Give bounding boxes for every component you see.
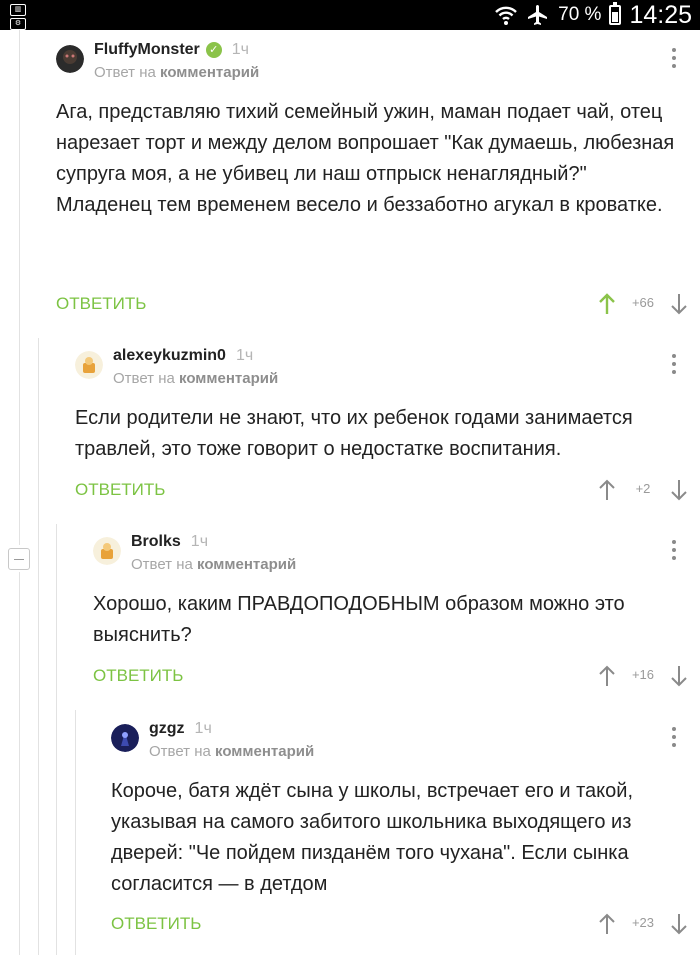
author-name-text[interactable]: Brolks <box>131 533 181 550</box>
avatar[interactable] <box>75 351 103 379</box>
avatar[interactable] <box>56 45 84 73</box>
reply-to[interactable]: Ответ на комментарий <box>113 370 278 387</box>
battery-fill <box>612 12 619 22</box>
status-bar: ▥ ⚙ 70 % 14:25 <box>0 0 700 30</box>
battery-percentage: 70 % <box>558 4 602 25</box>
comment-footer: ОТВЕТИТЬ +23 <box>111 912 688 936</box>
more-menu-icon[interactable] <box>671 48 677 68</box>
vote-controls: +66 <box>598 292 688 316</box>
comment-text: Ага, представляю тихий семейный ужин, ма… <box>56 101 675 216</box>
reply-to-link[interactable]: комментарий <box>215 743 314 760</box>
rating: +2 <box>635 481 651 496</box>
author-name[interactable]: FluffyMonster ✓ 1ч <box>94 41 249 59</box>
downvote-arrow-icon[interactable] <box>670 913 688 935</box>
thread-line <box>56 524 57 955</box>
thread-line <box>38 338 39 955</box>
reply-button[interactable]: ОТВЕТИТЬ <box>75 478 165 502</box>
verified-check-icon: ✓ <box>205 42 222 58</box>
reply-to-prefix: Ответ на <box>94 64 156 81</box>
thread-line <box>19 572 20 955</box>
vote-controls: +2 <box>598 478 688 502</box>
rating: +23 <box>631 915 655 930</box>
more-menu-icon[interactable] <box>671 540 677 560</box>
comment: alexeykuzmin0 1ч Ответ на комментарий Есл… <box>75 346 686 465</box>
reply-to-prefix: Ответ на <box>113 370 175 387</box>
reply-to-prefix: Ответ на <box>131 556 193 573</box>
notification-icons: ▥ ⚙ <box>10 4 26 30</box>
comment-time: 1ч <box>194 720 212 737</box>
rating: +66 <box>631 295 655 310</box>
comment-text: Если родители не знают, что их ребенок г… <box>75 407 633 460</box>
comment-footer: ОТВЕТИТЬ +66 <box>56 292 688 316</box>
comment-footer: ОТВЕТИТЬ +2 <box>75 478 688 502</box>
reply-to[interactable]: Ответ на комментарий <box>131 556 296 573</box>
gear-icon: ⚙ <box>10 18 26 30</box>
comment: FluffyMonster ✓ 1ч Ответ на комментарий Аг… <box>56 40 686 221</box>
wifi-icon <box>495 6 517 25</box>
comment: gzgz 1ч Ответ на комментарий Короче, батя… <box>111 719 686 900</box>
author-name[interactable]: gzgz 1ч <box>149 720 212 738</box>
sd-card-icon: ▥ <box>10 4 26 16</box>
avatar[interactable] <box>93 537 121 565</box>
author-name-text[interactable]: alexeykuzmin0 <box>113 347 226 364</box>
vote-controls: +16 <box>598 664 688 688</box>
reply-button[interactable]: ОТВЕТИТЬ <box>56 292 146 316</box>
upvote-arrow-icon[interactable] <box>598 293 616 315</box>
reply-to-link[interactable]: комментарий <box>160 64 259 81</box>
downvote-arrow-icon[interactable] <box>670 479 688 501</box>
reply-button[interactable]: ОТВЕТИТЬ <box>93 664 183 688</box>
comment-header: alexeykuzmin0 1ч Ответ на комментарий <box>75 346 686 390</box>
comment-text: Короче, батя ждёт сына у школы, встречае… <box>111 780 634 895</box>
comment-header: Brolks 1ч Ответ на комментарий <box>93 532 686 576</box>
thread-line <box>19 30 20 545</box>
vote-controls: +23 <box>598 912 688 936</box>
upvote-arrow-icon[interactable] <box>598 913 616 935</box>
upvote-arrow-icon[interactable] <box>598 665 616 687</box>
avatar[interactable] <box>111 724 139 752</box>
author-name[interactable]: alexeykuzmin0 1ч <box>113 347 253 365</box>
comment-footer: ОТВЕТИТЬ +16 <box>93 664 688 688</box>
airplane-icon <box>528 5 548 25</box>
more-menu-icon[interactable] <box>671 354 677 374</box>
downvote-arrow-icon[interactable] <box>670 293 688 315</box>
rating: +16 <box>631 667 655 682</box>
comment-text: Хорошо, каким ПРАВДОПОДОБНЫМ образом мож… <box>93 593 625 646</box>
comment-time: 1ч <box>190 533 209 550</box>
comment-header: gzgz 1ч Ответ на комментарий <box>111 719 686 763</box>
reply-to-link[interactable]: комментарий <box>197 556 296 573</box>
clock: 14:25 <box>629 0 692 29</box>
reply-to[interactable]: Ответ на комментарий <box>149 743 314 760</box>
thread-line <box>75 710 76 955</box>
comment: Brolks 1ч Ответ на комментарий Хорошо, ка… <box>93 532 686 651</box>
reply-to-prefix: Ответ на <box>149 743 211 760</box>
collapse-thread-button[interactable] <box>8 548 30 570</box>
comment-time: 1ч <box>231 41 250 58</box>
author-name-text[interactable]: gzgz <box>149 720 185 737</box>
upvote-arrow-icon[interactable] <box>598 479 616 501</box>
author-name-text[interactable]: FluffyMonster <box>94 41 200 58</box>
downvote-arrow-icon[interactable] <box>670 665 688 687</box>
reply-button[interactable]: ОТВЕТИТЬ <box>111 912 201 936</box>
reply-to-link[interactable]: комментарий <box>179 370 278 387</box>
author-name[interactable]: Brolks 1ч <box>131 533 208 551</box>
comment-header: FluffyMonster ✓ 1ч Ответ на комментарий <box>56 40 686 84</box>
more-menu-icon[interactable] <box>671 727 677 747</box>
battery-icon <box>609 2 622 25</box>
comment-time: 1ч <box>235 347 254 364</box>
reply-to[interactable]: Ответ на комментарий <box>94 64 259 81</box>
